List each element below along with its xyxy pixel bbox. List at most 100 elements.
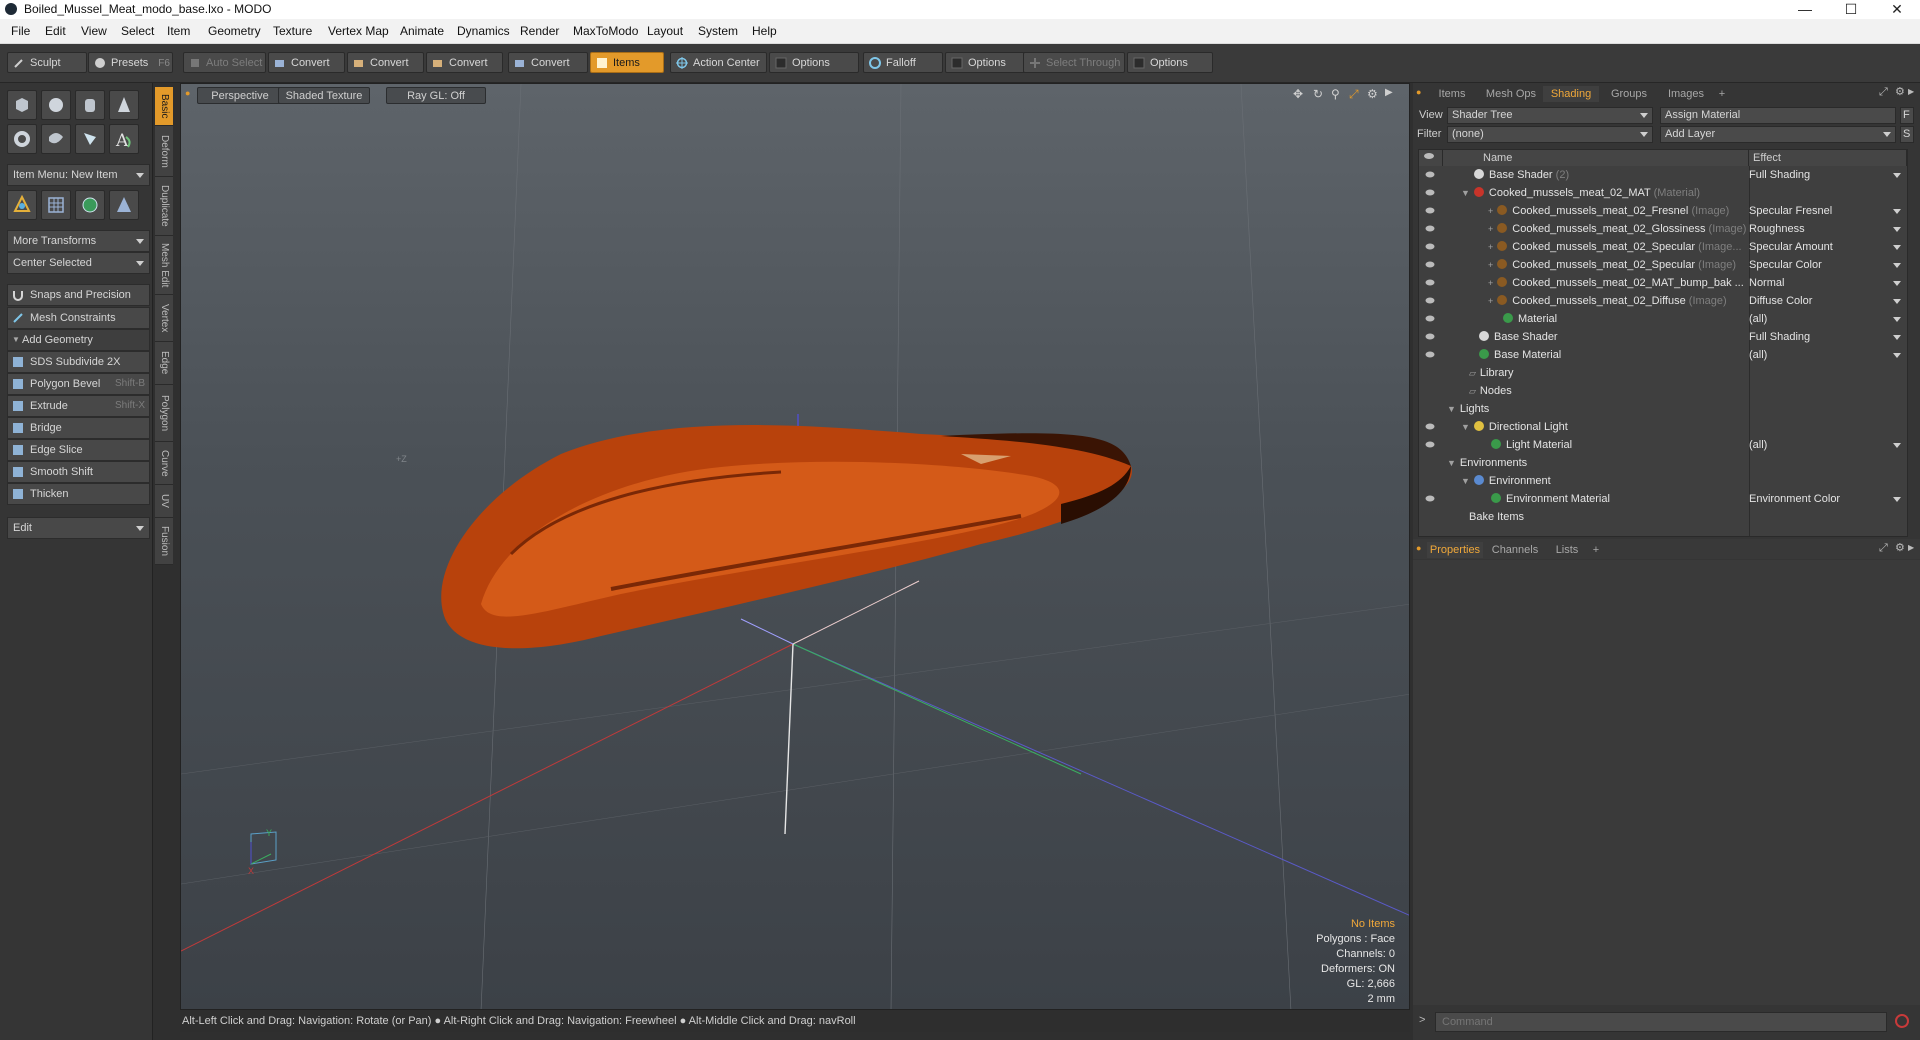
expand-arrow-icon[interactable]: ▶ <box>1908 543 1914 552</box>
collapse-arrow-icon[interactable]: ▼ <box>1461 188 1470 198</box>
convert-button-4[interactable]: Convert <box>508 52 588 73</box>
extrude-button[interactable]: Extrude Shift-X <box>7 395 150 417</box>
name-column-header[interactable]: Name <box>1443 150 1749 166</box>
globe-tool-button[interactable] <box>75 190 105 220</box>
snaps-precision-button[interactable]: Snaps and Precision <box>7 284 150 306</box>
menu-geometry[interactable]: Geometry <box>208 24 261 38</box>
eye-icon[interactable] <box>1425 224 1435 233</box>
collapse-arrow-icon[interactable]: ▼ <box>1461 476 1470 486</box>
tab-channels[interactable]: Channels <box>1487 542 1543 558</box>
items-mode-button[interactable]: Items <box>590 52 664 73</box>
chevron-down-icon[interactable] <box>1893 335 1901 340</box>
grid-tool-button[interactable] <box>41 190 71 220</box>
chevron-down-icon[interactable] <box>1893 443 1901 448</box>
chevron-down-icon[interactable] <box>1893 209 1901 214</box>
menu-animate[interactable]: Animate <box>400 24 444 38</box>
vtab-basic[interactable]: Basic <box>155 87 173 126</box>
tab-lists[interactable]: Lists <box>1547 542 1587 558</box>
maximize-panel-icon[interactable]: ⤢ <box>1879 542 1888 555</box>
options-button-1[interactable]: Options <box>769 52 859 73</box>
tab-properties[interactable]: Properties <box>1427 542 1483 558</box>
tree-row-fresnel[interactable]: + Cooked_mussels_meat_02_Fresnel (Image) S… <box>1419 202 1907 220</box>
pen-primitive-button[interactable] <box>75 124 105 154</box>
menu-dynamics[interactable]: Dynamics <box>457 24 510 38</box>
vtab-deform[interactable]: Deform <box>155 126 173 177</box>
chevron-down-icon[interactable] <box>1893 281 1901 286</box>
tab-mesh-ops[interactable]: Mesh Ops <box>1481 86 1541 102</box>
chevron-down-icon[interactable] <box>1893 263 1901 268</box>
tab-shading[interactable]: Shading <box>1543 86 1599 102</box>
tree-row-light-material[interactable]: Light Material (all) <box>1419 436 1907 454</box>
expand-plus-icon[interactable]: + <box>1488 206 1493 216</box>
panel-menu-icon[interactable]: ● <box>1416 87 1421 97</box>
select-through-button[interactable]: Select Through <box>1023 52 1125 73</box>
eye-icon[interactable] <box>1425 188 1435 197</box>
text-primitive-button[interactable]: A <box>109 124 139 154</box>
convert-button-3[interactable]: Convert <box>426 52 503 73</box>
menu-edit[interactable]: Edit <box>45 24 66 38</box>
smooth-shift-button[interactable]: Smooth Shift <box>7 461 150 483</box>
minimize-button[interactable]: — <box>1782 0 1828 19</box>
tree-row-lights[interactable]: ▼ Lights <box>1419 400 1907 418</box>
convert-button-2[interactable]: Convert <box>347 52 424 73</box>
tree-row-base-material[interactable]: Base Material (all) <box>1419 346 1907 364</box>
pyramid-tool-button[interactable] <box>109 190 139 220</box>
sds-subdivide-button[interactable]: SDS Subdivide 2X <box>7 351 150 373</box>
vtab-fusion[interactable]: Fusion <box>155 518 173 565</box>
falloff-button[interactable]: Falloff <box>863 52 943 73</box>
vtab-edge[interactable]: Edge <box>155 342 173 385</box>
collapse-arrow-icon[interactable]: ▼ <box>1447 458 1456 468</box>
item-menu-dropdown[interactable]: Item Menu: New Item <box>7 164 150 186</box>
menu-texture[interactable]: Texture <box>273 24 312 38</box>
torus-primitive-button[interactable] <box>7 124 37 154</box>
gear-icon[interactable]: ⚙ <box>1895 541 1905 554</box>
s-button[interactable]: S <box>1900 126 1914 143</box>
tree-row-environment[interactable]: ▼ Environment <box>1419 472 1907 490</box>
tree-row-material[interactable]: Material (all) <box>1419 310 1907 328</box>
maximize-button[interactable]: ☐ <box>1828 0 1874 19</box>
vtab-duplicate[interactable]: Duplicate <box>155 177 173 236</box>
add-layer-dropdown[interactable]: Add Layer <box>1660 126 1896 143</box>
add-geometry-header[interactable]: ▼ Add Geometry <box>7 329 150 351</box>
cone-primitive-button[interactable] <box>109 90 139 120</box>
presets-button[interactable]: Presets F6 <box>88 52 173 73</box>
tree-row-specular-amount[interactable]: + Cooked_mussels_meat_02_Specular (Image.… <box>1419 238 1907 256</box>
panel-menu-icon[interactable]: ● <box>1416 543 1421 553</box>
tree-row-base-shader[interactable]: Base Shader Full Shading <box>1419 328 1907 346</box>
chevron-down-icon[interactable] <box>1893 245 1901 250</box>
effect-column-header[interactable]: Effect <box>1749 150 1907 166</box>
eye-icon[interactable] <box>1425 350 1435 359</box>
tree-row-directional-light[interactable]: ▼ Directional Light <box>1419 418 1907 436</box>
vtab-uv[interactable]: UV <box>155 485 173 518</box>
menu-system[interactable]: System <box>698 24 738 38</box>
chevron-down-icon[interactable] <box>1893 299 1901 304</box>
cube-primitive-button[interactable] <box>7 90 37 120</box>
add-tab-button[interactable]: + <box>1715 86 1729 102</box>
gear-icon[interactable]: ⚙ <box>1895 85 1905 98</box>
capsule-primitive-button[interactable] <box>41 124 71 154</box>
chevron-down-icon[interactable] <box>1893 353 1901 358</box>
menu-item[interactable]: Item <box>167 24 190 38</box>
action-center-button[interactable]: Action Center <box>670 52 767 73</box>
eye-icon[interactable] <box>1425 242 1435 251</box>
eye-icon[interactable] <box>1425 332 1435 341</box>
polygon-bevel-button[interactable]: Polygon Bevel Shift-B <box>7 373 150 395</box>
cylinder-primitive-button[interactable] <box>75 90 105 120</box>
auto-select-button[interactable]: Auto Select <box>183 52 266 73</box>
sculpt-button[interactable]: Sculpt <box>7 52 87 73</box>
tree-row-diffuse[interactable]: + Cooked_mussels_meat_02_Diffuse (Image) D… <box>1419 292 1907 310</box>
expand-plus-icon[interactable]: + <box>1488 278 1493 288</box>
eye-icon[interactable] <box>1425 278 1435 287</box>
expand-plus-icon[interactable]: + <box>1488 260 1493 270</box>
menu-render[interactable]: Render <box>520 24 559 38</box>
add-tab-button[interactable]: + <box>1589 542 1603 558</box>
eye-icon[interactable] <box>1425 314 1435 323</box>
close-button[interactable]: ✕ <box>1874 0 1920 19</box>
options-button-2[interactable]: Options <box>945 52 1027 73</box>
collapse-arrow-icon[interactable]: ▼ <box>1447 404 1456 414</box>
tab-groups[interactable]: Groups <box>1601 86 1657 102</box>
mesh-constraints-button[interactable]: Mesh Constraints <box>7 307 150 329</box>
menu-help[interactable]: Help <box>752 24 777 38</box>
menu-view[interactable]: View <box>81 24 107 38</box>
menu-select[interactable]: Select <box>121 24 154 38</box>
